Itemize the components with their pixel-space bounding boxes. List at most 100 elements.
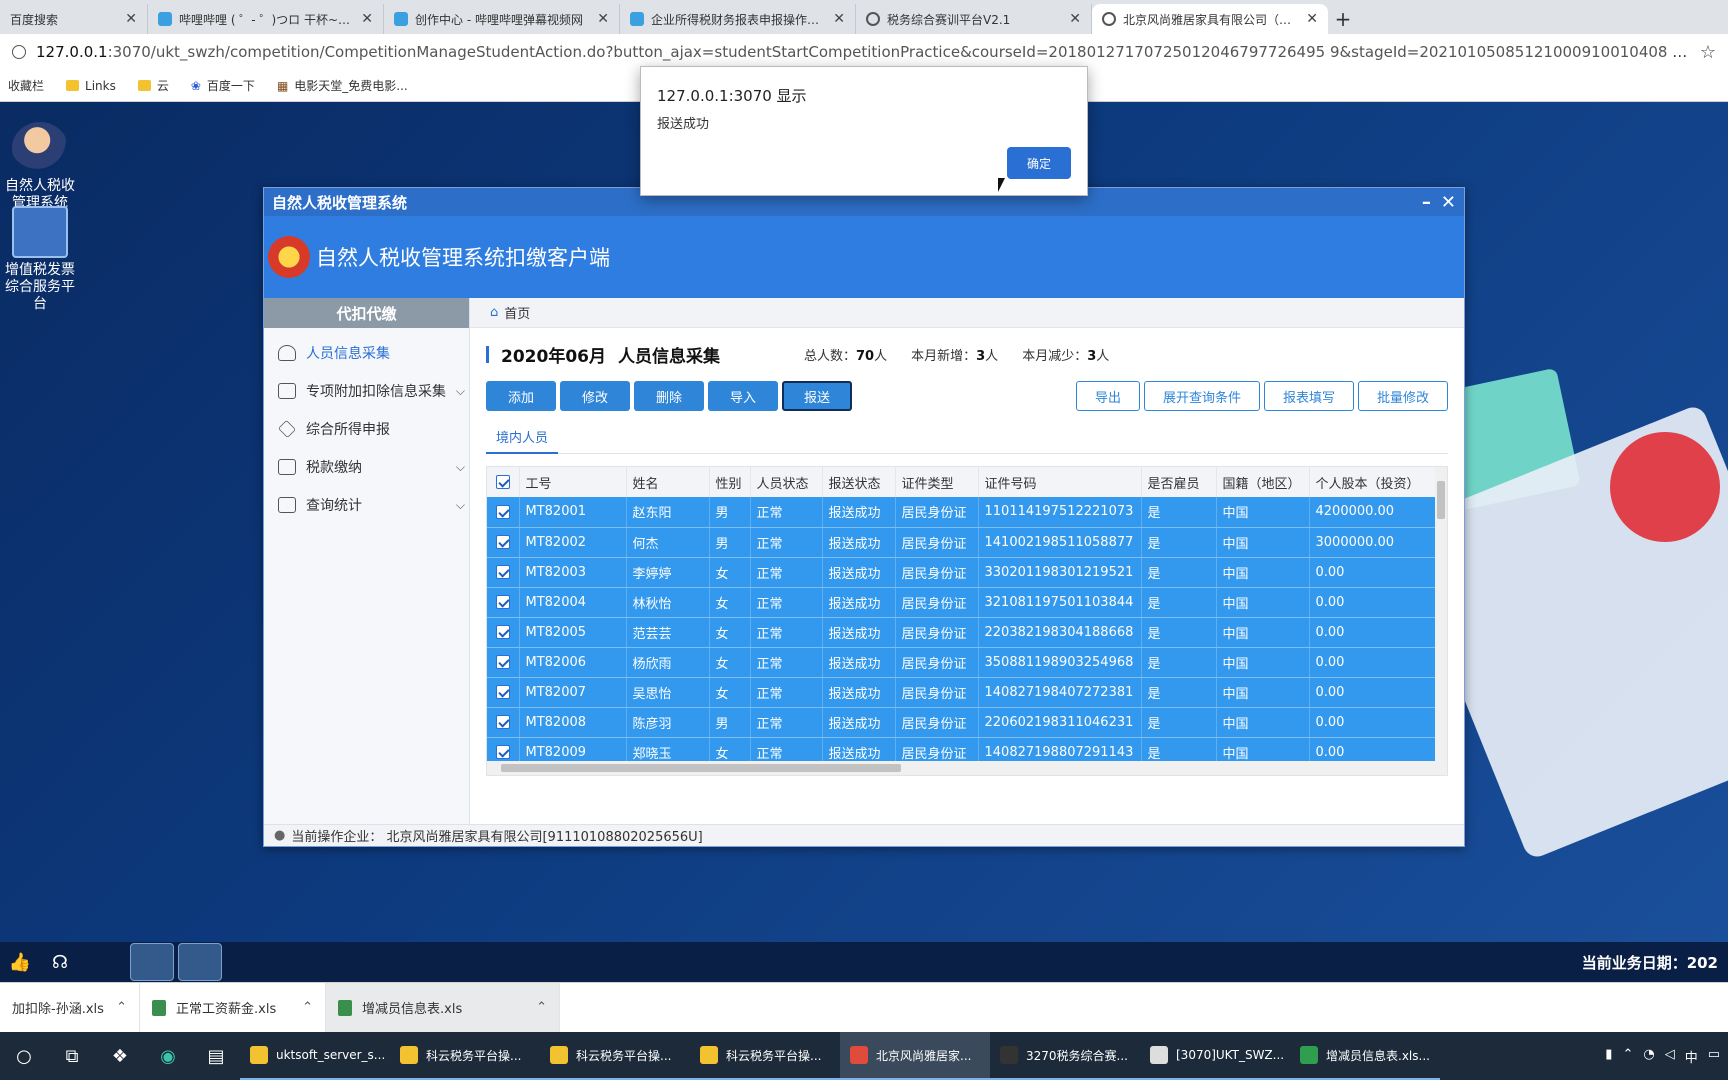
row-checkbox[interactable] bbox=[487, 647, 520, 678]
new-tab-icon[interactable]: + bbox=[1328, 4, 1358, 34]
network-icon[interactable]: ◔ bbox=[1643, 1047, 1654, 1066]
close-icon[interactable]: ✕ bbox=[1441, 192, 1456, 213]
sidebar-item-declaration[interactable]: 综合所得申报 bbox=[264, 410, 469, 448]
fill-report-button[interactable]: 报表填写 bbox=[1263, 381, 1354, 411]
select-all-checkbox[interactable] bbox=[487, 467, 520, 497]
vertical-scrollbar[interactable] bbox=[1435, 467, 1447, 775]
column-header[interactable]: 证件类型 bbox=[895, 467, 979, 497]
table-row[interactable]: MT82005 范芸芸女正常 报送成功 居民身份证 220382198304188668… bbox=[487, 617, 1438, 648]
headset-icon[interactable]: ☊ bbox=[40, 942, 80, 982]
taskbar-app-button[interactable]: [3070]UKT_SWZ... bbox=[1140, 1032, 1290, 1080]
row-checkbox[interactable] bbox=[487, 557, 520, 588]
tab-domestic-personnel[interactable]: 境内人员 bbox=[486, 424, 559, 454]
desktop-icon-natural-tax[interactable]: 自然人税收管理系统 bbox=[0, 122, 80, 212]
star-icon[interactable]: ☆ bbox=[1700, 42, 1716, 63]
row-checkbox[interactable] bbox=[487, 527, 520, 558]
import-button[interactable]: 导入 bbox=[708, 381, 778, 411]
taskbar-app-button[interactable]: 北京风尚雅居家... bbox=[840, 1032, 990, 1080]
row-checkbox[interactable] bbox=[487, 497, 520, 528]
start-search-icon[interactable]: ○ bbox=[0, 1032, 48, 1080]
close-icon[interactable]: ✕ bbox=[1069, 11, 1081, 27]
bookmark-links[interactable]: Links bbox=[66, 79, 116, 93]
sidebar-item-personnel[interactable]: 人员信息采集 bbox=[264, 334, 469, 372]
minimize-icon[interactable]: – bbox=[1422, 192, 1431, 213]
close-icon[interactable]: ✕ bbox=[1306, 11, 1318, 27]
delete-button[interactable]: 删除 bbox=[634, 381, 704, 411]
taskbar-app-button[interactable]: 科云税务平台操... bbox=[390, 1032, 540, 1080]
download-item[interactable]: 正常工资薪金.xls ⌃ bbox=[140, 982, 326, 1033]
column-header[interactable]: 性别 bbox=[709, 467, 751, 497]
table-row[interactable]: MT82006 杨欣雨女正常 报送成功 居民身份证 350881198903254968… bbox=[487, 647, 1438, 678]
volume-icon[interactable]: ◁ bbox=[1665, 1047, 1675, 1066]
thumbs-up-icon[interactable]: 👍 bbox=[0, 942, 40, 982]
sidebar-item-deductions[interactable]: 专项附加扣除信息采集 ⌵ bbox=[264, 372, 469, 410]
sidebar-item-payment[interactable]: 税款缴纳 ⌵ bbox=[264, 448, 469, 486]
expand-filter-button[interactable]: 展开查询条件 bbox=[1143, 381, 1260, 411]
horizontal-scrollbar[interactable] bbox=[487, 761, 1447, 775]
browser-tab[interactable]: 企业所得税财务报表申报操作_哔哩 ✕ bbox=[620, 4, 856, 34]
bookmark-baidu[interactable]: ❀ 百度一下 bbox=[191, 77, 255, 94]
edit-button[interactable]: 修改 bbox=[560, 381, 630, 411]
sidebar-item-query[interactable]: 查询统计 ⌵ bbox=[264, 486, 469, 524]
calculator-icon[interactable]: ▤ bbox=[192, 1032, 240, 1080]
row-checkbox[interactable] bbox=[487, 707, 520, 738]
browser-tab-active[interactable]: 北京风尚雅居家具有限公司（中国） ✕ bbox=[1092, 4, 1328, 34]
home-icon[interactable]: ⌂ bbox=[490, 305, 498, 320]
table-row[interactable]: MT82008 陈彦羽男正常 报送成功 居民身份证 220602198311046231… bbox=[487, 707, 1438, 738]
calendar-app-icon[interactable] bbox=[130, 943, 174, 981]
batch-edit-button[interactable]: 批量修改 bbox=[1357, 381, 1448, 411]
ok-button[interactable]: 确定 bbox=[1007, 147, 1071, 179]
bookmark-movies[interactable]: ▦ 电影天堂_免费电影... bbox=[277, 77, 408, 94]
taskbar-app-button[interactable]: 增减员信息表.xls... bbox=[1290, 1032, 1440, 1080]
table-row[interactable]: MT82003 李婷婷女正常 报送成功 居民身份证 330201198301219521… bbox=[487, 557, 1438, 588]
edge-icon[interactable]: ◉ bbox=[144, 1032, 192, 1080]
table-row[interactable]: MT82007 吴思怡女正常 报送成功 居民身份证 140827198407272381… bbox=[487, 677, 1438, 708]
task-view-icon[interactable]: ⧉ bbox=[48, 1032, 96, 1080]
ime-indicator[interactable]: 中 bbox=[1685, 1047, 1698, 1066]
chevron-up-icon[interactable]: ⌃ bbox=[302, 1000, 313, 1015]
browser-tab[interactable]: 创作中心 - 哔哩哔哩弹幕视频网 ✕ bbox=[384, 4, 620, 34]
column-header[interactable]: 工号 bbox=[519, 467, 627, 497]
column-header[interactable]: 姓名 bbox=[626, 467, 710, 497]
chevron-up-icon[interactable]: ⌃ bbox=[116, 1000, 127, 1015]
taskbar-app-button[interactable]: 3270税务综合赛... bbox=[990, 1032, 1140, 1080]
export-button[interactable]: 导出 bbox=[1075, 381, 1140, 411]
download-item[interactable]: 增减员信息表.xls ⌃ bbox=[326, 982, 560, 1033]
close-icon[interactable]: ✕ bbox=[597, 11, 609, 27]
close-icon[interactable]: ✕ bbox=[833, 11, 845, 27]
column-header[interactable]: 个人股本（投资） bbox=[1309, 467, 1438, 497]
breadcrumb-home[interactable]: 首页 bbox=[504, 303, 530, 322]
row-checkbox[interactable] bbox=[487, 617, 520, 648]
person-tax-app-icon[interactable] bbox=[178, 943, 222, 981]
bookmark-cloud[interactable]: 云 bbox=[137, 77, 169, 94]
chevron-up-icon[interactable]: ⌃ bbox=[536, 1000, 547, 1015]
download-item[interactable]: 加扣除-孙涵.xls ⌃ bbox=[0, 982, 140, 1033]
column-header[interactable]: 是否雇员 bbox=[1141, 467, 1217, 497]
url-field[interactable]: 127.0.0.1:3070/ukt_swzh/competition/Comp… bbox=[36, 43, 1690, 61]
browser-tab[interactable]: 哔哩哔哩 ( ゜- ゜)つロ 干杯~-bilibili ✕ bbox=[148, 4, 384, 34]
row-checkbox[interactable] bbox=[487, 587, 520, 618]
taskbar-app-button[interactable]: uktsoft_server_s... bbox=[240, 1032, 390, 1080]
submit-button[interactable]: 报送 bbox=[782, 381, 852, 411]
chevron-up-icon[interactable]: ⌃ bbox=[1622, 1047, 1633, 1066]
column-header[interactable]: 证件号码 bbox=[978, 467, 1142, 497]
app-icon[interactable]: ❖ bbox=[96, 1032, 144, 1080]
notification-icon[interactable]: ▭ bbox=[1708, 1047, 1720, 1066]
battery-icon[interactable]: ▮ bbox=[1605, 1047, 1612, 1066]
row-checkbox[interactable] bbox=[487, 677, 520, 708]
table-row[interactable]: MT82002 何杰男正常 报送成功 居民身份证 141002198511058877 是… bbox=[487, 527, 1438, 558]
column-header[interactable]: 国籍（地区） bbox=[1216, 467, 1310, 497]
add-button[interactable]: 添加 bbox=[486, 381, 556, 411]
column-header[interactable]: 人员状态 bbox=[750, 467, 823, 497]
info-icon[interactable] bbox=[12, 45, 26, 59]
desktop-icon-vat-platform[interactable]: 增值税发票综合服务平台 bbox=[0, 206, 80, 313]
bookmark-favorites[interactable]: 收藏栏 bbox=[8, 77, 44, 94]
table-row[interactable]: MT82001 赵东阳男正常 报送成功 居民身份证 110114197512221073… bbox=[487, 497, 1438, 528]
close-icon[interactable]: ✕ bbox=[361, 11, 373, 27]
browser-tab[interactable]: 税务综合赛训平台V2.1 ✕ bbox=[856, 4, 1092, 34]
table-row[interactable]: MT82004 林秋怡女正常 报送成功 居民身份证 321081197501103844… bbox=[487, 587, 1438, 618]
column-header[interactable]: 报送状态 bbox=[822, 467, 896, 497]
taskbar-app-button[interactable]: 科云税务平台操... bbox=[690, 1032, 840, 1080]
close-icon[interactable]: ✕ bbox=[125, 11, 137, 27]
browser-tab[interactable]: 百度搜索 ✕ bbox=[0, 4, 148, 34]
